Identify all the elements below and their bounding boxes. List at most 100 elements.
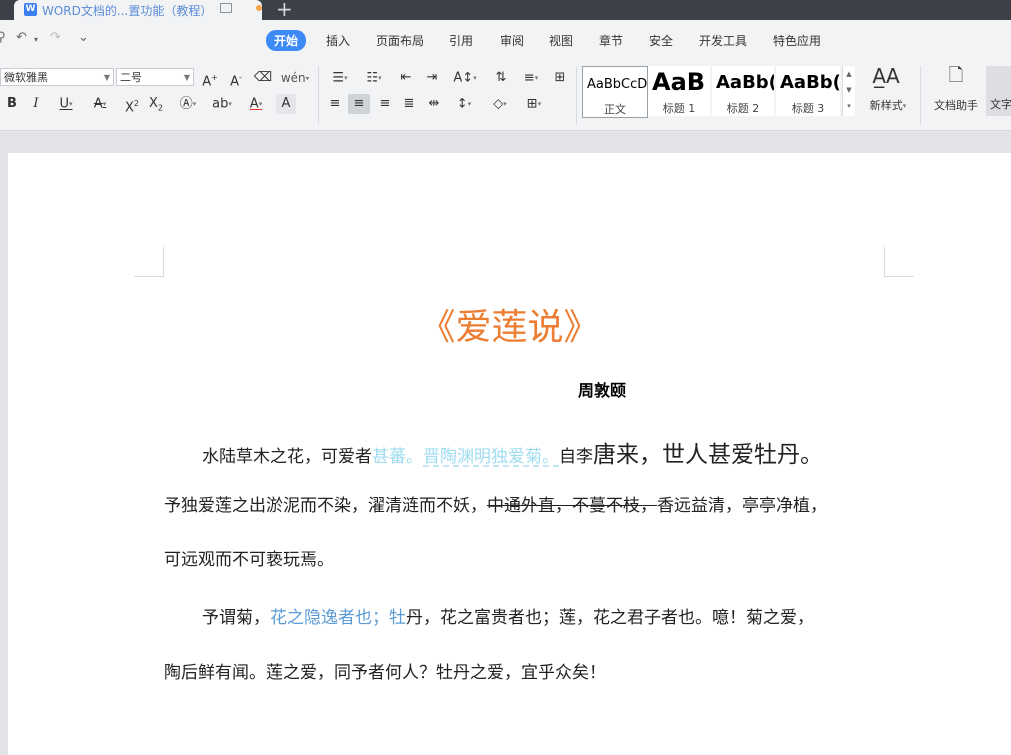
text-effects-icon[interactable]: Ⓐ▾ bbox=[174, 94, 202, 114]
line-spacing-icon[interactable]: ↕▾ bbox=[450, 94, 478, 114]
increase-indent-icon[interactable]: ⇥ bbox=[422, 68, 442, 88]
text-run: 晋陶渊明独爱菊。 bbox=[423, 447, 559, 467]
style-heading-1[interactable]: AaB 标题 1 bbox=[648, 66, 710, 116]
document-page[interactable]: 《爱莲说》 周敦颐 水陆草木之花，可爱者甚蕃。晋陶渊明独爱菊。自李唐来，世人甚爱… bbox=[8, 153, 1011, 755]
font-name-select[interactable]: 微软雅黑 ▼ bbox=[0, 68, 114, 86]
ribbon-separator bbox=[318, 66, 319, 124]
text-run: 予谓菊， bbox=[202, 608, 270, 628]
sort-icon[interactable]: ⇅ bbox=[486, 68, 516, 88]
bold-icon[interactable]: B bbox=[4, 94, 20, 114]
style-name-label: 标题 2 bbox=[726, 102, 760, 115]
ribbon-separator bbox=[920, 66, 921, 124]
tab-page-layout[interactable]: 页面布局 bbox=[376, 32, 424, 49]
tab-references[interactable]: 引用 bbox=[449, 32, 473, 49]
text-run: 予独爱莲之出淤泥而不染，濯清涟而不妖， bbox=[164, 496, 487, 516]
tab-view[interactable]: 视图 bbox=[549, 32, 573, 49]
shading-icon[interactable]: ◇▾ bbox=[486, 94, 514, 114]
text-run: 唐来，世人甚爱牡丹。 bbox=[593, 442, 823, 468]
text-run: 香远益清，亭亭净植， bbox=[657, 496, 827, 516]
font-size-value: 二号 bbox=[120, 71, 142, 84]
font-name-value: 微软雅黑 bbox=[4, 71, 48, 84]
text-run: 丹，花之富贵者也；莲，花之君子者也。噫！菊之爱， bbox=[406, 608, 814, 628]
paragraph-line: 予谓菊，花之隐逸者也；牡丹，花之富贵者也；莲，花之君子者也。噫！菊之爱， bbox=[202, 603, 814, 628]
document-helper-icon[interactable]: 🗋 bbox=[946, 66, 966, 86]
document-tab[interactable]: W WORD文档的...置功能（教程） bbox=[14, 0, 262, 20]
character-shading-icon[interactable]: A bbox=[276, 94, 296, 114]
style-normal[interactable]: AaBbCcD 正文 bbox=[582, 66, 648, 118]
highlight-icon[interactable]: ab▾ bbox=[208, 94, 236, 114]
distributed-align-icon[interactable]: ⇹ bbox=[424, 94, 444, 114]
text-tool-button[interactable]: 文字 bbox=[986, 66, 1011, 116]
text-run: 自李 bbox=[559, 447, 593, 467]
tab-special-apps[interactable]: 特色应用 bbox=[773, 32, 821, 49]
tab-review[interactable]: 审阅 bbox=[500, 32, 524, 49]
chevron-down-icon: ▼ bbox=[103, 73, 110, 82]
document-canvas: 《爱莲说》 周敦颐 水陆草木之花，可爱者甚蕃。晋陶渊明独爱菊。自李唐来，世人甚爱… bbox=[0, 131, 1011, 755]
unsaved-dot-icon bbox=[256, 5, 262, 11]
text-run: 水陆草木之花，可爱者 bbox=[202, 447, 372, 467]
font-size-select[interactable]: 二号 ▼ bbox=[116, 68, 194, 86]
justify-icon[interactable]: ≣ bbox=[400, 94, 418, 114]
document-author: 周敦颐 bbox=[578, 381, 627, 400]
clear-format-icon[interactable]: ⌫ bbox=[253, 68, 273, 88]
wps-writer-icon: W bbox=[24, 3, 37, 16]
underline-icon[interactable]: U▾ bbox=[54, 94, 78, 114]
tab-insert[interactable]: 插入 bbox=[326, 32, 350, 49]
style-sample-text: AaBb( bbox=[716, 72, 774, 93]
font-color-icon[interactable]: A▾ bbox=[242, 94, 270, 114]
tab-strip: W WORD文档的...置功能（教程） + bbox=[0, 0, 1011, 21]
style-heading-2[interactable]: AaBb( 标题 2 bbox=[712, 66, 774, 116]
menu-bar: ⚲ ↶ ▾ ↷ ⌄ 开始 插入 页面布局 引用 审阅 视图 章节 安全 开发工具… bbox=[0, 20, 1011, 60]
customize-quick-access-icon[interactable]: ⌄ bbox=[78, 30, 89, 45]
new-style-button[interactable]: 新样式▾ bbox=[862, 96, 914, 116]
text-run: 花之隐逸者也；牡 bbox=[270, 608, 406, 628]
align-left-icon[interactable]: ≡ bbox=[326, 94, 344, 114]
monitor-icon[interactable] bbox=[220, 3, 232, 13]
chevron-down-icon: ▼ bbox=[183, 73, 190, 82]
decrease-indent-icon[interactable]: ⇤ bbox=[396, 68, 416, 88]
decrease-font-size-icon[interactable]: A- bbox=[226, 68, 246, 89]
paragraph-line: 陶后鲜有闻。莲之爱，同予者何人？牡丹之爱，宜乎众矣！ bbox=[164, 663, 606, 683]
style-gallery-scroll[interactable]: ▲ ▼ ▾ bbox=[842, 66, 855, 116]
redo-icon[interactable]: ↷ bbox=[50, 30, 61, 45]
table-icon[interactable]: ⊞ bbox=[550, 68, 570, 88]
italic-icon[interactable]: I bbox=[28, 94, 44, 114]
subscript-icon[interactable]: X2 bbox=[146, 94, 166, 114]
search-icon[interactable]: ⚲ bbox=[0, 30, 6, 45]
strikethrough-icon[interactable]: A▾ bbox=[86, 94, 114, 114]
undo-icon[interactable]: ↶ bbox=[16, 30, 27, 45]
new-tab-button[interactable]: + bbox=[276, 0, 293, 21]
document-title: 《爱莲说》 bbox=[419, 307, 600, 348]
bullet-list-icon[interactable]: ☰▾ bbox=[326, 68, 354, 88]
text-run: 甚蕃。 bbox=[372, 447, 423, 467]
tab-section[interactable]: 章节 bbox=[599, 32, 623, 49]
tab-security[interactable]: 安全 bbox=[649, 32, 673, 49]
tab-home[interactable]: 开始 bbox=[266, 30, 307, 51]
borders-icon[interactable]: ⊞▾ bbox=[520, 94, 548, 114]
text-tool-label: 文字 bbox=[990, 98, 1011, 111]
align-center-icon[interactable]: ≡ bbox=[348, 94, 370, 114]
numbered-list-icon[interactable]: ☷▾ bbox=[360, 68, 388, 88]
style-name-label: 标题 3 bbox=[791, 102, 825, 115]
paragraph-line: 水陆草木之花，可爱者甚蕃。晋陶渊明独爱菊。自李唐来，世人甚爱牡丹。 bbox=[202, 435, 823, 469]
increase-font-size-icon[interactable]: A+ bbox=[200, 68, 220, 89]
style-sample-text: AaBbCcD bbox=[587, 77, 648, 92]
style-sample-text: AaB bbox=[652, 68, 706, 96]
text-direction-icon[interactable]: A↕▾ bbox=[450, 68, 480, 88]
pinyin-guide-icon[interactable]: wén▾ bbox=[280, 68, 310, 88]
new-style-icon[interactable]: A̲A bbox=[872, 66, 900, 86]
ribbon-toolbar: 微软雅黑 ▼ 二号 ▼ A+ A- ⌫ wén▾ B I U▾ A▾ X2 X2 Ⓐ… bbox=[0, 60, 1011, 131]
margin-corner-top-left bbox=[134, 247, 164, 277]
document-tab-title: WORD文档的...置功能（教程） bbox=[42, 4, 213, 18]
paragraph-line: 予独爱莲之出淤泥而不染，濯清涟而不妖，中通外直，不蔓不枝，香远益清，亭亭净植， bbox=[164, 491, 827, 516]
style-heading-3[interactable]: AaBb( 标题 3 bbox=[776, 66, 840, 116]
undo-dropdown-icon[interactable]: ▾ bbox=[34, 35, 38, 44]
ribbon-separator bbox=[576, 66, 577, 124]
show-marks-icon[interactable]: ≡▾ bbox=[518, 68, 544, 88]
superscript-icon[interactable]: X2 bbox=[122, 94, 142, 115]
margin-corner-top-right bbox=[884, 247, 914, 277]
align-right-icon[interactable]: ≡ bbox=[376, 94, 394, 114]
tab-developer-tools[interactable]: 开发工具 bbox=[699, 32, 747, 49]
document-helper-button[interactable]: 文档助手 bbox=[928, 96, 984, 116]
text-run: 中通外直，不蔓不枝， bbox=[487, 496, 657, 516]
